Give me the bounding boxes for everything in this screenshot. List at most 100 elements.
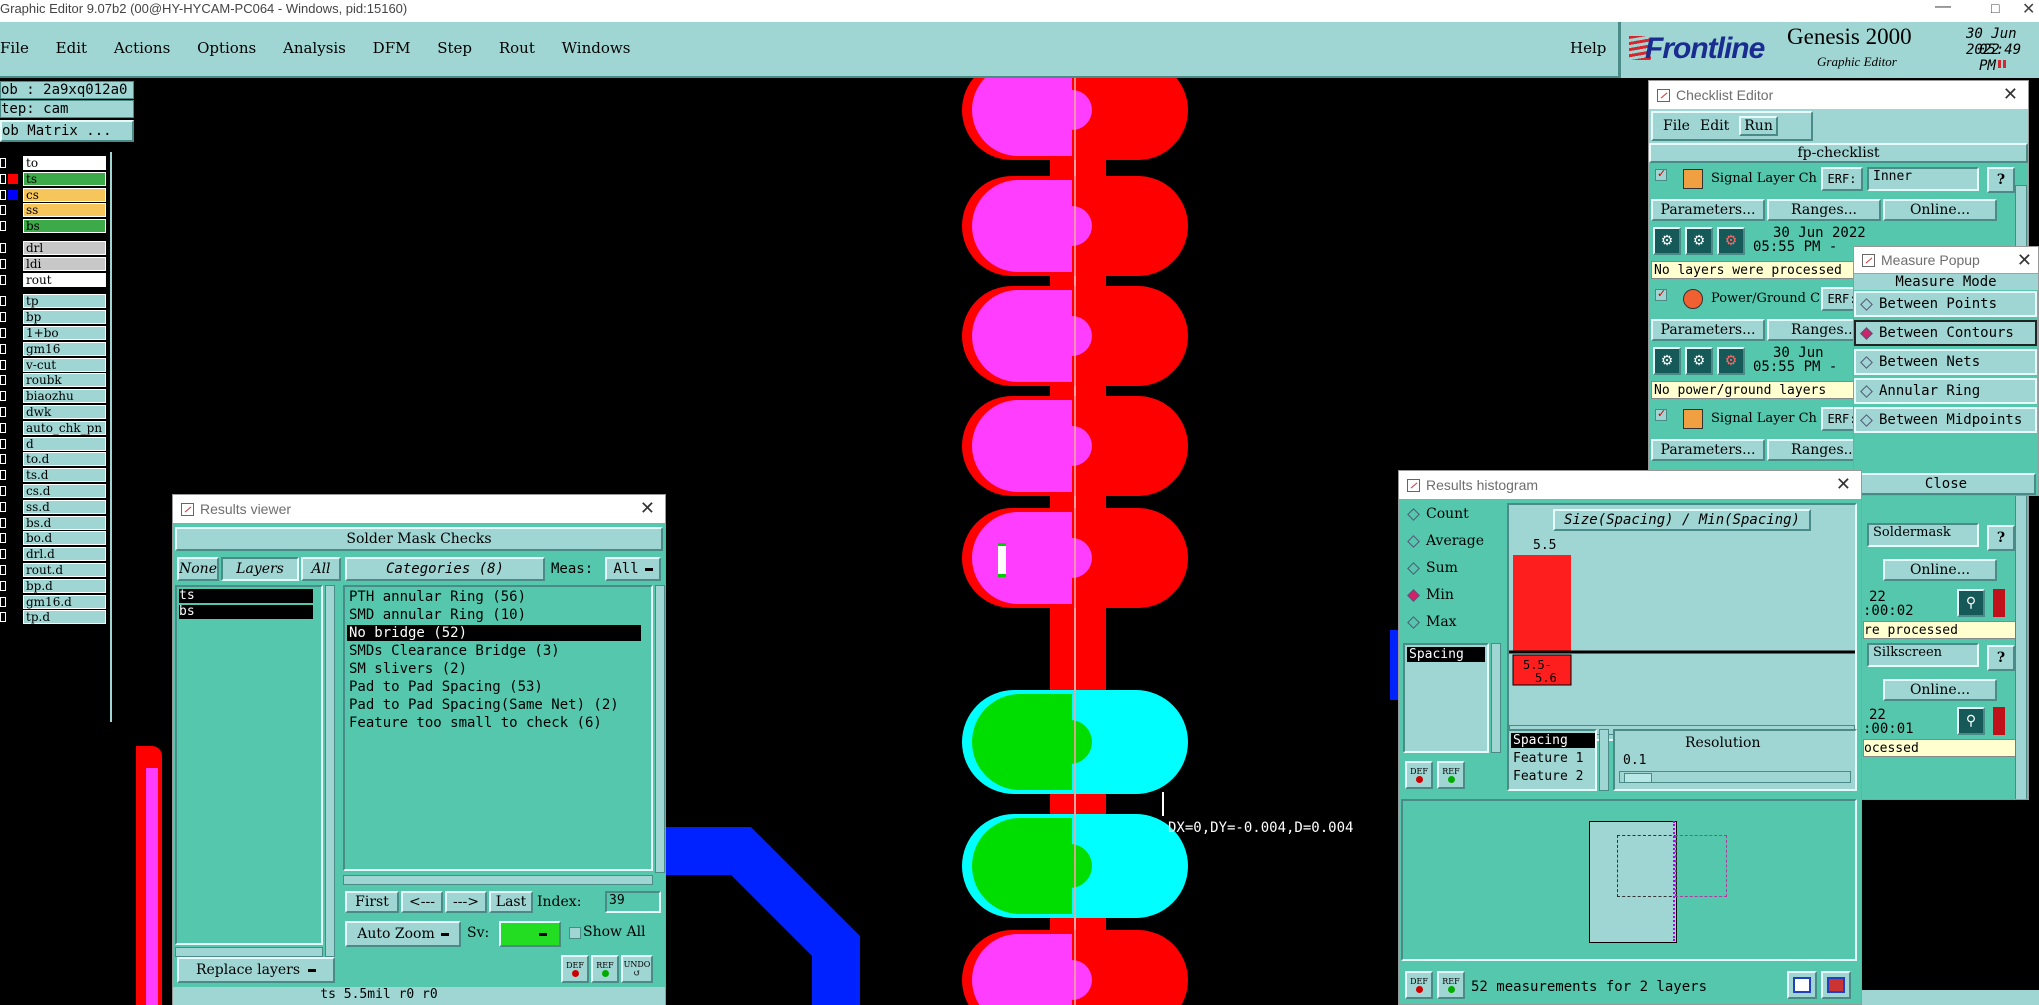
menu-help[interactable]: Help bbox=[1570, 39, 1606, 57]
zoom-button[interactable]: ⚲ bbox=[1957, 707, 1985, 735]
layer-name[interactable]: roubk bbox=[23, 373, 106, 388]
close-icon[interactable]: ✕ bbox=[2003, 84, 2018, 105]
layer-row-dwk[interactable]: dwk bbox=[0, 405, 110, 420]
category-item[interactable]: SMD annular Ring (10) bbox=[347, 607, 641, 623]
close-icon[interactable]: ✕ bbox=[640, 498, 655, 519]
layer-item-bs[interactable]: bs bbox=[179, 605, 313, 619]
layer-name[interactable]: ss.d bbox=[23, 499, 106, 514]
layer-checkbox[interactable] bbox=[0, 422, 6, 433]
layer-name[interactable]: drl.d bbox=[23, 547, 106, 562]
help-button[interactable]: ? bbox=[1987, 167, 2015, 193]
layer-checkbox[interactable] bbox=[0, 158, 6, 168]
layer-name[interactable]: bp bbox=[23, 310, 106, 325]
help-button[interactable]: ? bbox=[1987, 525, 2015, 551]
layer-checkbox[interactable] bbox=[0, 243, 6, 253]
layer-name[interactable]: gm16.d bbox=[23, 594, 106, 609]
layer-name[interactable]: ts.d bbox=[23, 468, 106, 483]
layer-row-roubk[interactable]: roubk bbox=[0, 373, 110, 388]
layer-checkbox[interactable] bbox=[0, 343, 6, 354]
layer-row-bp[interactable]: bp bbox=[0, 310, 110, 325]
menu-analysis[interactable]: Analysis bbox=[283, 39, 346, 57]
online-button[interactable]: Online... bbox=[1883, 679, 1997, 701]
check-item-checkbox[interactable]: ✓ bbox=[1655, 408, 1667, 421]
stat-option[interactable]: Average bbox=[1403, 530, 1484, 552]
measure-mode-option[interactable]: Between Contours bbox=[1854, 320, 2037, 346]
prev-button[interactable]: <--- bbox=[401, 891, 443, 913]
all-button[interactable]: All bbox=[301, 557, 341, 581]
layer-row-ldi[interactable]: ldi bbox=[0, 256, 110, 272]
layer-row-biaozhu[interactable]: biaozhu bbox=[0, 389, 110, 404]
close-icon[interactable]: ✕ bbox=[2017, 250, 2032, 271]
layer-row-tp[interactable]: tp bbox=[0, 294, 110, 309]
layer-name[interactable]: cs.d bbox=[23, 484, 106, 498]
category-list-scrollbar[interactable] bbox=[655, 585, 665, 873]
layer-row-bs-d[interactable]: bs.d bbox=[0, 515, 110, 531]
layer-checkbox[interactable] bbox=[0, 274, 6, 285]
layer-row-bo-d[interactable]: bo.d bbox=[0, 531, 110, 546]
replace-layers-dropdown[interactable]: Replace layers bbox=[177, 957, 335, 983]
layer-item-ts[interactable]: ts bbox=[179, 589, 313, 603]
layer-row-auto-chk-pn[interactable]: auto_chk_pn bbox=[0, 420, 110, 436]
category-item[interactable]: Pad to Pad Spacing (53) bbox=[347, 679, 641, 695]
stat-option[interactable]: Count bbox=[1403, 503, 1469, 525]
index-input[interactable]: 39 bbox=[605, 891, 661, 913]
job-matrix-button[interactable]: ob Matrix ... bbox=[0, 120, 134, 142]
layer-name[interactable]: bs.d bbox=[23, 515, 106, 530]
layer-checkbox[interactable] bbox=[0, 612, 6, 623]
run-action-button[interactable]: ⚙ bbox=[1653, 347, 1681, 375]
measure-mode-option[interactable]: Annular Ring bbox=[1854, 378, 2037, 404]
layer-checkbox[interactable] bbox=[0, 173, 6, 184]
category-item[interactable]: SM slivers (2) bbox=[347, 661, 641, 677]
layer-checkbox[interactable] bbox=[0, 258, 6, 269]
measure-mode-option[interactable]: Between Midpoints bbox=[1854, 407, 2037, 433]
layer-name[interactable]: rout bbox=[23, 272, 106, 287]
layer-row-ts-d[interactable]: ts.d bbox=[0, 468, 110, 483]
measure-close-button[interactable]: Close bbox=[1856, 473, 2036, 495]
layer-name[interactable]: ts bbox=[23, 171, 106, 186]
layer-row-drl[interactable]: drl bbox=[0, 241, 110, 256]
maximize-button[interactable]: □ bbox=[1991, 0, 1999, 16]
show-all-checkbox[interactable] bbox=[569, 927, 581, 939]
layer-row-to[interactable]: to bbox=[0, 156, 110, 171]
layer-checkbox[interactable] bbox=[0, 486, 6, 496]
category-item[interactable]: Pad to Pad Spacing(Same Net) (2) bbox=[347, 697, 641, 713]
category-list[interactable]: PTH annular Ring (56) SMD annular Ring (1… bbox=[343, 585, 653, 871]
layer-row-bs[interactable]: bs bbox=[0, 219, 110, 234]
layer-checkbox[interactable] bbox=[0, 596, 6, 607]
layer-checkbox[interactable] bbox=[0, 189, 6, 200]
none-button[interactable]: None bbox=[177, 557, 219, 581]
layer-name[interactable]: rout.d bbox=[23, 563, 106, 577]
layer-row-1-bo[interactable]: 1+bo bbox=[0, 326, 110, 341]
layer-name[interactable]: bp.d bbox=[23, 578, 106, 593]
layer-list-hscrollbar[interactable] bbox=[175, 947, 323, 957]
layer-name[interactable]: to.d bbox=[23, 452, 106, 467]
layer-checkbox[interactable] bbox=[0, 580, 6, 591]
run-action-button[interactable]: ⚙ bbox=[1717, 347, 1745, 375]
menu-windows[interactable]: Windows bbox=[562, 39, 631, 57]
run-action-button[interactable]: ⚙ bbox=[1717, 227, 1745, 255]
layer-name[interactable]: to bbox=[23, 156, 106, 170]
category-item[interactable]: No bridge (52) bbox=[347, 625, 641, 641]
checklist-menu-file[interactable]: File bbox=[1663, 118, 1690, 134]
layer-name[interactable]: v-cut bbox=[23, 357, 106, 372]
layer-name[interactable]: dwk bbox=[23, 405, 106, 419]
layer-name[interactable]: auto_chk_pn bbox=[23, 420, 106, 435]
layer-checkbox[interactable] bbox=[0, 438, 6, 449]
layer-checkbox[interactable] bbox=[0, 501, 6, 512]
parameters-button[interactable]: Parameters... bbox=[1651, 199, 1765, 221]
help-button[interactable]: ? bbox=[1987, 645, 2015, 671]
layer-checkbox[interactable] bbox=[0, 517, 6, 528]
layer-name[interactable]: tp.d bbox=[23, 610, 106, 625]
check-item-checkbox[interactable]: ✓ bbox=[1655, 168, 1667, 181]
attribute-scrollbar[interactable] bbox=[1491, 643, 1501, 753]
field-list[interactable]: Spacing Feature 1 Feature 2 bbox=[1507, 729, 1597, 791]
layer-name[interactable]: tp bbox=[23, 294, 106, 309]
layer-name[interactable]: d bbox=[23, 436, 106, 451]
hist-ref-button[interactable]: REF bbox=[1437, 971, 1465, 999]
layer-row-gm16-d[interactable]: gm16.d bbox=[0, 594, 110, 610]
layer-name[interactable]: bo.d bbox=[23, 531, 106, 546]
meas-dropdown[interactable]: All bbox=[605, 557, 661, 581]
stat-option[interactable]: Sum bbox=[1403, 557, 1458, 579]
layer-checkbox[interactable] bbox=[0, 407, 6, 417]
layer-checkbox[interactable] bbox=[0, 470, 6, 481]
